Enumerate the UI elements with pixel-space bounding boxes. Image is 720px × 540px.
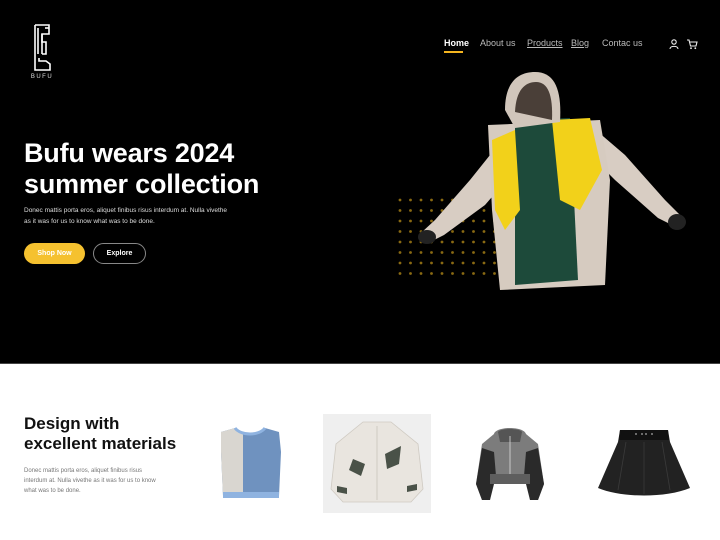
hero-description: Donec mattis porta eros, aliquet finibus… — [24, 207, 228, 225]
nav-blog[interactable]: Blog — [571, 38, 589, 48]
user-icon[interactable] — [668, 38, 680, 50]
shop-now-button[interactable]: Shop Now — [24, 243, 85, 264]
materials-title-line-2: excellent materials — [24, 434, 177, 453]
product-grey-hooded-jacket[interactable] — [472, 424, 548, 504]
decor-dot — [398, 198, 402, 202]
decor-dot — [398, 261, 402, 265]
logo-mark-icon — [34, 24, 51, 71]
headline-line-1: Bufu wears 2024 — [24, 138, 235, 168]
explore-button[interactable]: Explore — [93, 243, 146, 264]
materials-title: Design with excellent materials — [24, 414, 176, 454]
white-jacket-image — [330, 421, 424, 503]
product-denim-vest[interactable] — [215, 422, 287, 502]
brand-logo[interactable]: BUFU — [30, 24, 54, 84]
product-white-jacket[interactable] — [323, 414, 431, 513]
headline-line-2: summer collection — [24, 169, 260, 199]
nav-home[interactable]: Home — [444, 38, 469, 53]
hero-jacket-image — [418, 72, 686, 290]
decor-dot — [398, 230, 402, 233]
decor-dot — [398, 251, 402, 254]
logo-text: BUFU — [30, 74, 54, 80]
decor-dot — [398, 272, 402, 275]
product-black-skirt[interactable] — [596, 426, 692, 498]
cart-icon[interactable] — [686, 38, 698, 50]
hero-headline: Bufu wears 2024 summer collection — [24, 138, 259, 200]
materials-title-line-1: Design with — [24, 414, 120, 433]
decor-dot — [398, 219, 402, 223]
materials-description: Donec mattis porta eros, aliquet finibus… — [24, 468, 156, 494]
nav-contact-us[interactable]: Contac us — [602, 38, 643, 48]
decor-dot — [398, 209, 402, 212]
nav-products[interactable]: Products — [527, 38, 563, 48]
hero-section: BUFU Home About us Products Blog Contac … — [0, 0, 720, 364]
nav-about-us[interactable]: About us — [480, 38, 516, 48]
decor-dot — [398, 240, 402, 244]
